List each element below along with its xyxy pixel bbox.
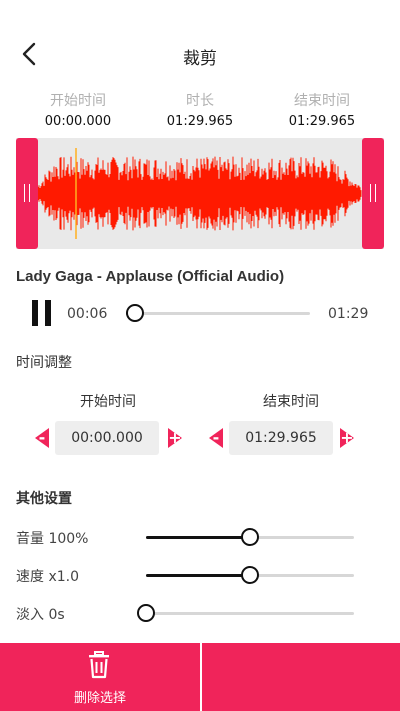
- total-duration: 01:29: [328, 306, 369, 322]
- playback-seek-bar[interactable]: [126, 304, 310, 322]
- grip-icon: [24, 184, 30, 202]
- grip-icon: [370, 184, 376, 202]
- current-position: 00:06: [67, 306, 108, 322]
- length-label: 时长: [186, 93, 214, 109]
- volume-label: 音量 100%: [16, 531, 89, 547]
- waveform-path: [37, 156, 362, 231]
- slider-thumb[interactable]: [241, 528, 259, 546]
- speed-row: 速度 x1.0: [0, 564, 400, 586]
- slider-fill: [146, 574, 250, 577]
- fade-in-row: 淡入 0s: [0, 602, 400, 624]
- time-summary: 开始时间 00:00.000 时长 01:29.965 结束时间 01:29.9…: [0, 90, 400, 130]
- player-controls: 00:06 01:29: [0, 296, 400, 332]
- seek-thumb[interactable]: [126, 304, 145, 322]
- other-settings-title: 其他设置: [16, 491, 72, 507]
- secondary-action-button[interactable]: [202, 643, 400, 711]
- start-decrement-button[interactable]: -: [35, 428, 49, 448]
- end-time-value: 01:29.965: [288, 114, 356, 129]
- length-value: 01:29.965: [166, 114, 234, 129]
- start-time-field[interactable]: 00:00.000: [55, 421, 159, 455]
- slider-thumb[interactable]: [137, 604, 155, 622]
- speed-label: 速度 x1.0: [16, 569, 79, 585]
- volume-row: 音量 100%: [0, 526, 400, 548]
- slider-fill: [146, 536, 250, 539]
- plus-icon: +: [168, 428, 182, 447]
- delete-selection-label: 删除选择: [73, 691, 126, 706]
- bottom-action-bar: 删除选择: [0, 643, 400, 711]
- start-increment-button[interactable]: +: [168, 428, 182, 448]
- fade-in-label: 淡入 0s: [16, 607, 65, 623]
- minus-icon: -: [212, 428, 220, 447]
- end-time-summary: 结束时间 01:29.965: [262, 90, 382, 129]
- length-summary: 时长 01:29.965: [140, 90, 260, 129]
- delete-selection-button[interactable]: 删除选择: [0, 643, 200, 711]
- end-time-stepper: - 01:29.965 +: [209, 421, 359, 455]
- end-time-label: 结束时间: [294, 93, 350, 109]
- start-handle[interactable]: [16, 138, 38, 249]
- start-time-label: 开始时间: [50, 93, 106, 109]
- start-time-summary: 开始时间 00:00.000: [18, 90, 138, 129]
- adjust-start-label: 开始时间: [80, 394, 136, 410]
- end-increment-button[interactable]: +: [340, 428, 354, 448]
- plus-icon: +: [340, 428, 354, 447]
- speed-slider[interactable]: [146, 566, 354, 584]
- slider-thumb[interactable]: [241, 566, 259, 584]
- start-time-stepper: - 00:00.000 +: [35, 421, 185, 455]
- waveform: [37, 148, 362, 239]
- trash-icon: [88, 651, 110, 679]
- song-title: Lady Gaga - Applause (Official Audio): [16, 268, 285, 285]
- page-title: 裁剪: [183, 49, 217, 69]
- end-decrement-button[interactable]: -: [209, 428, 223, 448]
- start-time-value: 00:00.000: [44, 114, 112, 129]
- waveform-editor[interactable]: [16, 138, 384, 249]
- end-handle[interactable]: [362, 138, 384, 249]
- end-time-field[interactable]: 01:29.965: [229, 421, 333, 455]
- volume-slider[interactable]: [146, 528, 354, 546]
- fade-in-slider[interactable]: [137, 604, 354, 622]
- time-adjust-title: 时间调整: [16, 355, 72, 371]
- pause-icon[interactable]: [32, 300, 52, 326]
- adjust-end-label: 结束时间: [263, 394, 319, 410]
- minus-icon: -: [38, 428, 46, 447]
